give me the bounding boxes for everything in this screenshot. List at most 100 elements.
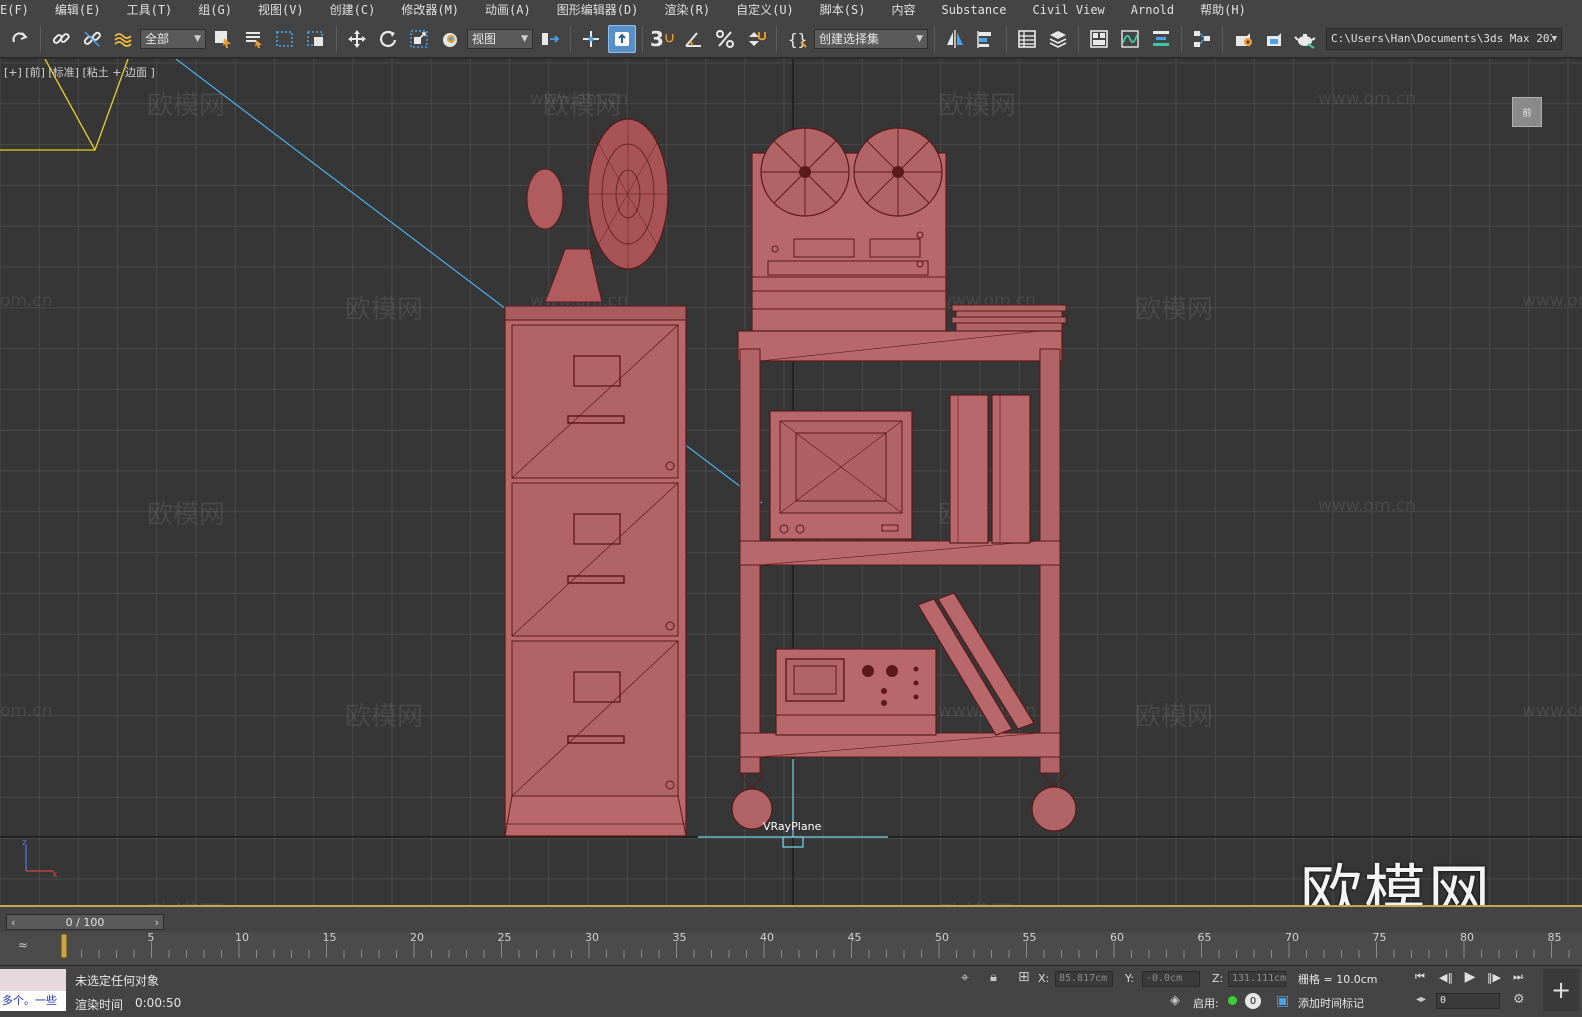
maxscript-listener[interactable]: 多个。一些 [0, 969, 66, 1014]
menu-item-9[interactable]: 渲染(R) [651, 0, 723, 20]
toggle-scene-explorer-button[interactable] [1013, 25, 1041, 53]
select-and-link-button[interactable] [47, 25, 75, 53]
add-time-tag-button[interactable]: 添加时间标记 [1298, 995, 1364, 1011]
menu-item-0[interactable]: E(F) [0, 0, 42, 20]
select-and-manipulate-button[interactable] [577, 25, 605, 53]
dope-sheet-button[interactable] [1147, 25, 1175, 53]
y-coord-field[interactable]: -0.0cm [1142, 971, 1200, 987]
viewcube[interactable]: 前 [1512, 97, 1542, 127]
rotate-icon [380, 30, 397, 47]
use-pivot-center-button[interactable] [536, 25, 564, 53]
timeline-tick-label: 80 [1460, 932, 1474, 944]
shortcut-override-icon [615, 31, 629, 46]
play-button[interactable]: ▶ [1460, 968, 1480, 986]
toggle-ribbon-button[interactable] [1085, 25, 1113, 53]
isolate-selection-icon[interactable]: ⌖ [961, 970, 969, 986]
menu-item-12[interactable]: 内容 [878, 0, 928, 20]
unlink-selection-button[interactable] [78, 25, 106, 53]
select-and-move-button[interactable] [343, 25, 371, 53]
front-viewport[interactable]: 欧模网欧模网欧模网欧模网欧模网欧模网欧模网欧模网欧模网欧模网欧模网欧模网www.… [0, 59, 1582, 905]
named-selection-set-dropdown[interactable]: 创建选择集 ▼ [814, 28, 928, 49]
horn-speaker [526, 118, 669, 303]
space-warp-icon [114, 32, 132, 47]
render-production-button[interactable] [1291, 25, 1319, 53]
timeline-tick-label: 25 [498, 932, 512, 944]
toolbar-separator [336, 25, 337, 52]
spinner-snap-toggle-button[interactable] [742, 25, 770, 53]
toggle-layer-explorer-button[interactable] [1044, 25, 1072, 53]
selection-filter-dropdown[interactable]: 全部 ▼ [140, 28, 206, 49]
select-and-scale-button[interactable] [405, 25, 433, 53]
adaptive-degradation-icon[interactable]: ◈ [1170, 993, 1180, 1008]
maxscript-listener-input[interactable]: 多个。一些 [0, 991, 66, 1011]
menu-item-1[interactable]: 编辑(E) [42, 0, 114, 20]
menu-item-8[interactable]: 图形编辑器(D) [544, 0, 652, 20]
time-slider-value: 0 / 100 [65, 915, 105, 929]
angle-snap-toggle-button[interactable] [680, 25, 708, 53]
select-by-name-icon [246, 31, 262, 48]
viewport-label[interactable]: [+] [前] [标准] [粘土 + 边面 ] [4, 64, 155, 80]
curve-editor-button[interactable] [1116, 25, 1144, 53]
layer-explorer-icon [1049, 30, 1067, 48]
menu-item-6[interactable]: 修改器(M) [388, 0, 472, 20]
select-object-button[interactable] [209, 25, 237, 53]
maxscript-listener-output[interactable] [0, 969, 66, 991]
menu-item-14[interactable]: Civil View [1020, 0, 1118, 20]
bind-to-space-warp-button[interactable] [109, 25, 137, 53]
x-coord-field[interactable]: 85.817cm [1055, 971, 1113, 987]
mirror-button[interactable] [941, 25, 969, 53]
keyboard-shortcut-override-button[interactable] [608, 24, 636, 53]
menu-item-13[interactable]: Substance [928, 0, 1019, 20]
time-slider[interactable]: ‹ 0 / 100 › [6, 914, 164, 930]
timeline-tick-label: 45 [848, 932, 862, 944]
reference-coordinate-dropdown[interactable]: 视图 ▼ [467, 28, 533, 49]
absolute-transform-icon[interactable]: ⊞ [1018, 969, 1030, 985]
previous-frame-button[interactable]: ◀︎‖ [1436, 968, 1456, 986]
menu-item-2[interactable]: 工具(T) [114, 0, 186, 20]
toolbar-separator [40, 25, 41, 52]
edit-named-selection-button[interactable]: {} [783, 25, 811, 53]
select-by-name-button[interactable] [240, 25, 268, 53]
previous-frame-icon: ◀︎‖ [1439, 970, 1453, 984]
reel-to-reel-recorder [751, 127, 947, 332]
prev-frame-arrow-icon[interactable]: ‹ [11, 916, 15, 929]
menu-item-3[interactable]: 组(G) [185, 0, 245, 20]
create-panel-button[interactable]: + [1543, 969, 1579, 1011]
menu-item-10[interactable]: 自定义(U) [723, 0, 807, 20]
rectangular-selection-region-button[interactable] [271, 25, 299, 53]
timeline-track[interactable]: 5 10 15 20 25 30 35 40 45 50 55 60 65 70 75 80 85 ≈ [0, 931, 1582, 964]
time-tag-icon[interactable]: ▣ [1276, 993, 1289, 1009]
amplifier-device [775, 648, 937, 736]
select-and-rotate-button[interactable] [374, 25, 402, 53]
schematic-view-button[interactable] [1188, 25, 1216, 53]
menu-item-7[interactable]: 动画(A) [472, 0, 544, 20]
next-frame-button[interactable]: ‖▶︎ [1484, 968, 1504, 986]
menu-item-5[interactable]: 创建(C) [317, 0, 389, 20]
redo-button[interactable] [6, 25, 34, 53]
go-to-end-button[interactable]: ⏭ [1508, 968, 1528, 986]
menu-item-11[interactable]: 脚本(S) [807, 0, 879, 20]
rendered-frame-window-button[interactable] [1260, 25, 1288, 53]
crt-monitor [769, 410, 913, 540]
snaps-toggle-button[interactable]: 3 [649, 25, 677, 53]
menu-item-15[interactable]: Arnold [1118, 0, 1187, 20]
window-crossing-button[interactable] [302, 25, 330, 53]
timeline-tick-label: 10 [235, 932, 249, 944]
render-setup-button[interactable] [1229, 25, 1257, 53]
mini-curve-editor-icon[interactable]: ≈ [18, 938, 28, 952]
align-button[interactable] [972, 25, 1000, 53]
z-coord-field[interactable]: 131.111cm [1228, 971, 1286, 987]
select-and-place-button[interactable] [436, 25, 464, 53]
next-frame-arrow-icon[interactable]: › [155, 916, 159, 929]
menu-item-16[interactable]: 帮助(H) [1187, 0, 1259, 20]
project-folder-dropdown[interactable]: C:\Users\Han\Documents\3ds Max 2022 ▼ [1326, 27, 1562, 50]
percent-snap-toggle-button[interactable] [711, 25, 739, 53]
lock-selection-icon[interactable]: 🔒︎ [990, 970, 997, 985]
menu-item-4[interactable]: 视图(V) [245, 0, 317, 20]
frame-spinner-icon[interactable]: ◂▸ [1416, 994, 1426, 1005]
go-to-start-button[interactable]: ⏮ [1410, 968, 1430, 986]
scene-geometry: z x [0, 59, 1077, 880]
teapot-render-icon [1294, 33, 1316, 49]
current-frame-field[interactable]: 0 [1436, 993, 1500, 1009]
time-configuration-icon[interactable]: ⚙ [1513, 992, 1525, 1007]
